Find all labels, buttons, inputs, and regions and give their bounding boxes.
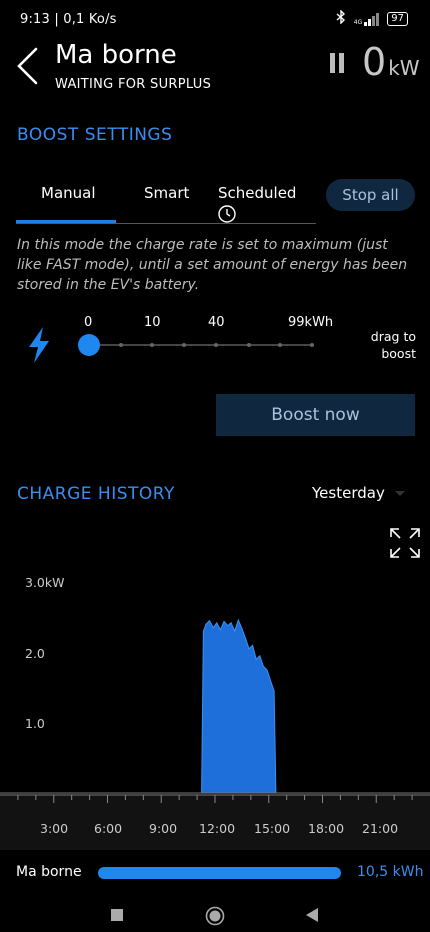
recent-apps-icon[interactable] xyxy=(111,909,123,921)
slider-tick xyxy=(310,343,314,347)
charge-history-chart xyxy=(0,618,430,794)
slider-label-max: 99kWh xyxy=(288,315,334,330)
tab-smart[interactable]: Smart xyxy=(144,184,189,202)
charge-history-title: CHARGE HISTORY xyxy=(17,484,175,504)
slider-tick xyxy=(182,343,186,347)
period-selected: Yesterday xyxy=(312,484,385,502)
x-tick-label: 15:00 xyxy=(254,821,291,836)
slider-tick xyxy=(278,343,282,347)
charge-power-area xyxy=(201,618,277,794)
tab-manual[interactable]: Manual xyxy=(41,184,96,202)
status-bar: 9:13 | 0,1 Ko/s 4G 97 xyxy=(0,0,430,40)
drag-hint-line1: drag to xyxy=(370,329,416,344)
legend-charger-name: Ma borne xyxy=(16,864,82,880)
current-power: 0 kW xyxy=(362,40,420,84)
x-axis-ticks xyxy=(0,794,430,803)
x-tick-label: 18:00 xyxy=(308,821,345,836)
chevron-down-icon xyxy=(394,491,405,496)
tabs-divider xyxy=(16,223,316,224)
slider-tick xyxy=(247,343,251,347)
expand-icon[interactable] xyxy=(389,527,421,559)
back-nav-icon[interactable] xyxy=(305,907,319,927)
power-unit: kW xyxy=(388,56,420,80)
back-button[interactable] xyxy=(14,45,44,87)
page-title: Ma borne xyxy=(55,40,177,70)
clock-icon xyxy=(218,205,236,227)
x-tick-label: 3:00 xyxy=(40,821,69,836)
status-icons: 4G 97 xyxy=(336,9,408,28)
system-nav-bar xyxy=(0,896,430,932)
power-value: 0 xyxy=(362,40,387,84)
slider-label-10: 10 xyxy=(144,315,161,330)
battery-icon: 97 xyxy=(387,12,408,26)
legend-energy-value: 10,5 kWh xyxy=(357,864,424,880)
tab-scheduled-label: Scheduled xyxy=(218,184,297,202)
drag-hint-line2: boost xyxy=(381,346,416,361)
status-time: 9:13 | 0,1 Ko/s xyxy=(20,12,117,27)
home-icon[interactable] xyxy=(205,906,225,930)
mode-description: In this mode the charge rate is set to m… xyxy=(17,237,408,293)
boost-tabs: Manual Smart Scheduled xyxy=(16,172,316,224)
boost-now-button[interactable]: Boost now xyxy=(216,394,415,436)
drag-hint: drag to boost xyxy=(350,328,416,362)
x-tick-label: 12:00 xyxy=(199,821,236,836)
slider-tick xyxy=(150,343,154,347)
slider-label-0: 0 xyxy=(84,315,93,330)
boost-settings-title: BOOST SETTINGS xyxy=(17,125,173,145)
net-speed: 0,1 Ko/s xyxy=(63,12,117,27)
charger-status: WAITING FOR SURPLUS xyxy=(55,77,212,92)
energy-slider-handle[interactable] xyxy=(78,334,100,356)
slider-label-40: 40 xyxy=(208,315,225,330)
period-dropdown[interactable]: Yesterday xyxy=(312,484,405,502)
pause-icon[interactable] xyxy=(330,53,348,77)
slider-tick xyxy=(214,343,218,347)
network-type: 4G xyxy=(353,18,363,26)
signal-icon: 4G xyxy=(353,12,380,26)
x-tick-label: 6:00 xyxy=(94,821,123,836)
tab-scheduled[interactable]: Scheduled xyxy=(218,184,316,224)
slider-tick xyxy=(119,343,123,347)
x-tick-label: 9:00 xyxy=(149,821,178,836)
x-tick-label: 21:00 xyxy=(362,821,399,836)
legend-energy-bar xyxy=(98,867,341,879)
bluetooth-icon xyxy=(336,9,346,28)
active-tab-indicator xyxy=(16,220,116,223)
stop-all-button[interactable]: Stop all xyxy=(326,179,415,211)
lightning-icon xyxy=(26,326,52,368)
